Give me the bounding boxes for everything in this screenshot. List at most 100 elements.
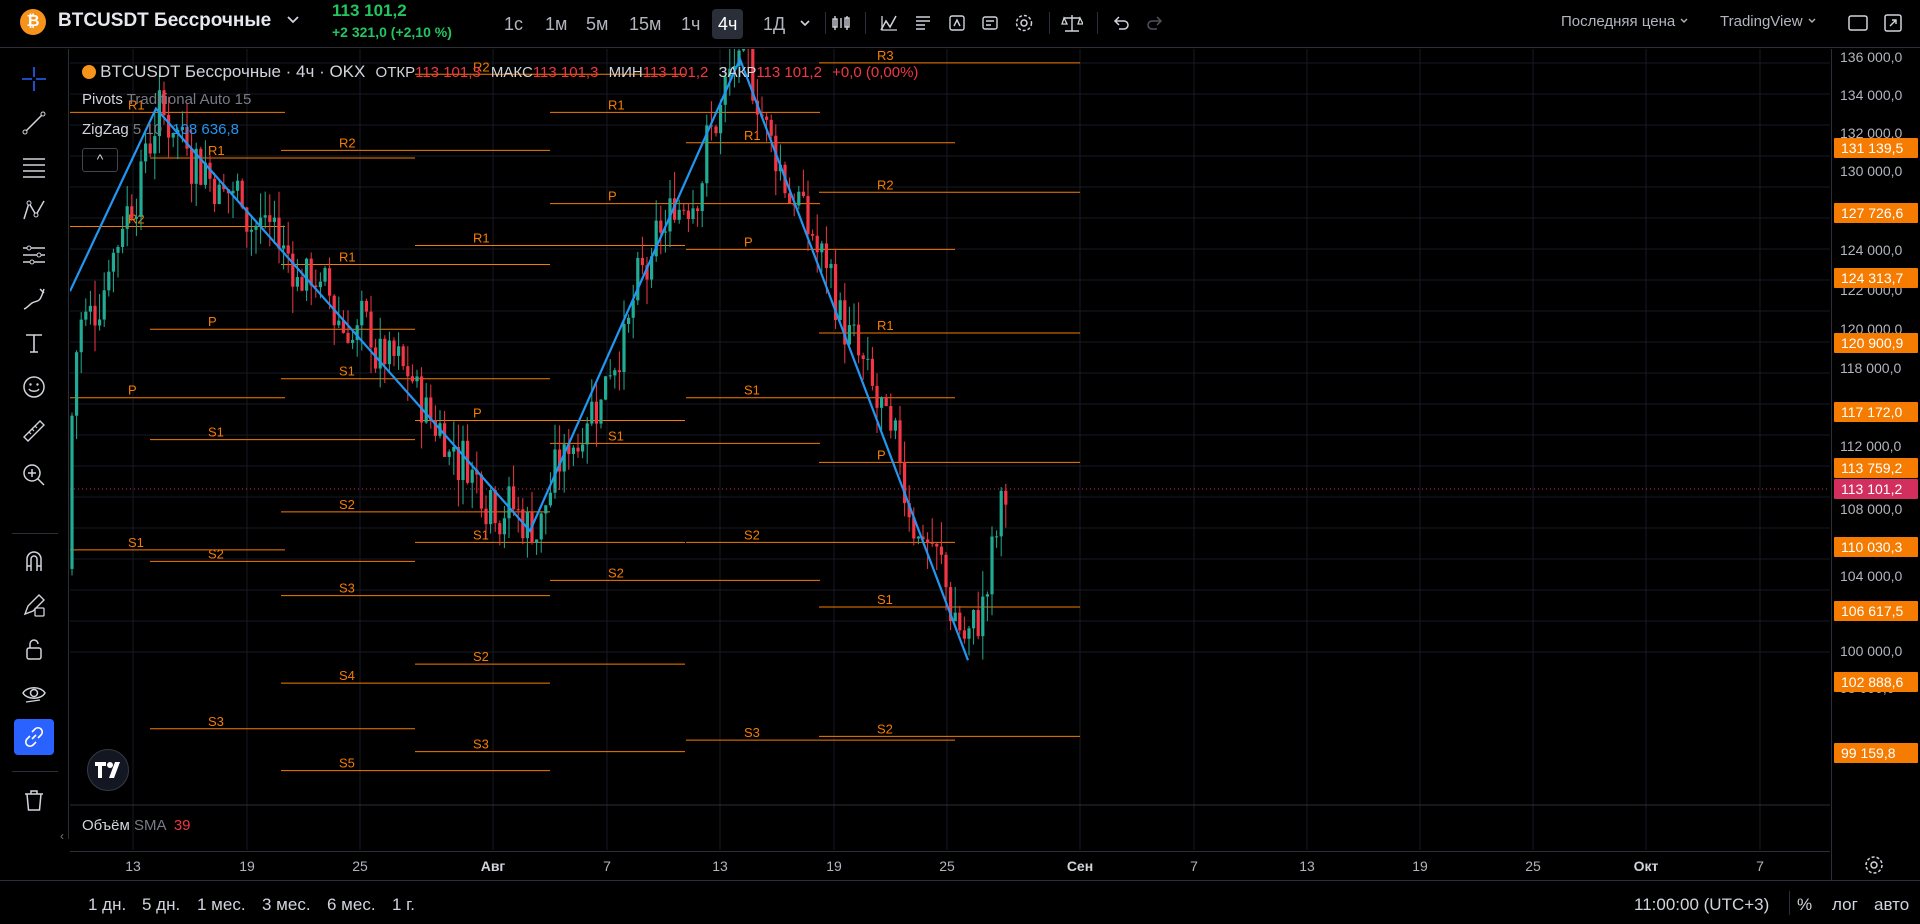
candle: [502, 518, 506, 535]
candle: [489, 490, 493, 525]
candles-chart-type-icon[interactable]: [828, 10, 854, 36]
candle: [548, 492, 552, 506]
legend-title[interactable]: BTCUSDT Бессрочные · 4ч · OKX: [100, 62, 365, 81]
crosshair-icon[interactable]: [14, 61, 54, 97]
price-axis[interactable]: 136 000,0134 000,0132 000,0130 000,0126 …: [1831, 49, 1920, 880]
price-badge-label: 110 030,3: [1841, 539, 1902, 555]
candle: [392, 340, 396, 356]
legend-zigzag[interactable]: ZigZag 5 10 108 636,8: [82, 121, 239, 138]
candle: [369, 311, 373, 348]
magnet-icon[interactable]: [14, 543, 54, 579]
time-tick-label: 7: [1190, 858, 1198, 874]
range-6m[interactable]: 6 мес.: [327, 895, 376, 915]
replay-icon[interactable]: [977, 10, 1003, 36]
legend-volume[interactable]: Объём SMA 39: [82, 817, 191, 834]
hide-drawings-eye-icon[interactable]: [14, 675, 54, 711]
emoji-icon[interactable]: [14, 369, 54, 405]
range-5d[interactable]: 5 дн.: [142, 895, 180, 915]
timezone-clock[interactable]: 11:00:00 (UTC+3): [1634, 895, 1769, 915]
pivot-label-r3: R3: [877, 49, 894, 63]
price-tick-label: 136 000,0: [1840, 49, 1902, 65]
collapse-toolbar-icon[interactable]: ‹: [60, 829, 64, 843]
candle: [254, 225, 258, 230]
candle: [829, 264, 833, 269]
range-3m[interactable]: 3 мес.: [262, 895, 311, 915]
price-tick-label: 124 000,0: [1840, 242, 1902, 258]
indicators-icon[interactable]: [876, 10, 902, 36]
timeframe-1d[interactable]: 1Д: [757, 9, 791, 39]
percent-toggle[interactable]: %: [1797, 895, 1812, 915]
ruler-icon[interactable]: [14, 413, 54, 449]
zigzag-name: ZigZag: [82, 121, 129, 138]
trash-icon[interactable]: [14, 782, 54, 818]
candle: [617, 370, 621, 373]
timeframe-1h[interactable]: 1ч: [675, 9, 706, 39]
range-1y[interactable]: 1 г.: [392, 895, 415, 915]
pivot-label-s4: S4: [339, 668, 355, 683]
auto-scale-toggle[interactable]: авто: [1874, 895, 1909, 915]
zigzag-params: 5 10: [132, 121, 163, 138]
candle: [116, 246, 120, 253]
pivot-label-s2: S2: [877, 721, 893, 736]
price-badge-label: 120 900,9: [1841, 335, 1903, 351]
log-toggle[interactable]: лог: [1832, 895, 1858, 915]
fullscreen-icon[interactable]: [1845, 10, 1871, 36]
legend-pivots[interactable]: Pivots Traditional Auto 15: [82, 91, 251, 108]
chevron-down-icon[interactable]: [286, 12, 300, 29]
sync-drawings-link-icon[interactable]: [14, 719, 54, 755]
range-1d[interactable]: 1 дн.: [88, 895, 126, 915]
candle: [139, 161, 143, 217]
timeframe-5m[interactable]: 5м: [580, 9, 614, 39]
settings-gear-icon[interactable]: [1011, 10, 1037, 36]
redo-icon[interactable]: [1142, 10, 1168, 36]
candle: [742, 49, 746, 51]
bitcoin-icon: ₿: [20, 9, 46, 35]
zoom-in-icon[interactable]: [14, 457, 54, 493]
text-icon[interactable]: [14, 325, 54, 361]
undo-icon[interactable]: [1108, 10, 1134, 36]
balance-scale-icon[interactable]: [1059, 10, 1085, 36]
templates-icon[interactable]: [910, 10, 936, 36]
candle: [213, 178, 217, 205]
candle: [199, 148, 203, 185]
pivot-label-s1: S1: [208, 425, 224, 440]
chevron-down-icon[interactable]: [792, 10, 818, 36]
candle: [144, 143, 148, 162]
forecast-icon[interactable]: [14, 237, 54, 273]
tradingview-logo[interactable]: [87, 749, 129, 791]
time-tick-label: 25: [352, 858, 368, 874]
timeframe-1s[interactable]: 1с: [498, 9, 529, 39]
candle: [594, 401, 598, 424]
price-chart[interactable]: R1R2PS1R1PS1S2S3R2R1S1S2S3S4S5R2R1PS1S2S…: [70, 49, 1830, 850]
trend-line-icon[interactable]: [14, 105, 54, 141]
alert-icon[interactable]: [944, 10, 970, 36]
candle: [806, 196, 810, 235]
price-source-dropdown[interactable]: Последняя цена: [1561, 13, 1689, 30]
axis-settings-gear-icon[interactable]: [1862, 853, 1886, 880]
symbol-name[interactable]: BTCUSDT Бессрочные: [58, 10, 271, 32]
time-tick-label: 7: [603, 858, 611, 874]
time-axis[interactable]: 13 19 25 Авг 7 13 19 25 Сен 7 13 19 25 Окт 7: [70, 851, 1830, 879]
candle: [300, 277, 304, 291]
range-1m[interactable]: 1 мес.: [197, 895, 246, 915]
pivot-label-s2: S2: [744, 527, 760, 542]
candle: [286, 245, 290, 254]
chart-pane[interactable]: R1 R2 P S1 R1 P S1 S2 S3 R2 R1 S1 S2 S3 S4 S5 R2 R1 P S1 S2 S…: [70, 49, 1830, 850]
brush-icon[interactable]: [14, 281, 54, 317]
time-tick-label: Окт: [1634, 858, 1659, 874]
legend-change: +0,0 (0,00%): [832, 64, 919, 81]
candle: [852, 324, 856, 326]
candle: [79, 319, 83, 353]
timeframe-4h[interactable]: 4ч: [712, 9, 744, 39]
pattern-icon[interactable]: [14, 193, 54, 229]
maximize-icon[interactable]: [1880, 10, 1906, 36]
candle: [627, 317, 631, 325]
lock-drawings-icon[interactable]: [14, 631, 54, 667]
timeframe-1m[interactable]: 1м: [539, 9, 573, 39]
stay-drawing-mode-icon[interactable]: [14, 587, 54, 623]
collapse-legend-button[interactable]: ^: [82, 148, 118, 172]
pivot-label-p: P: [877, 447, 886, 462]
provider-dropdown[interactable]: TradingView: [1720, 13, 1817, 30]
timeframe-15m[interactable]: 15м: [623, 9, 667, 39]
fib-retracement-icon[interactable]: [14, 149, 54, 185]
